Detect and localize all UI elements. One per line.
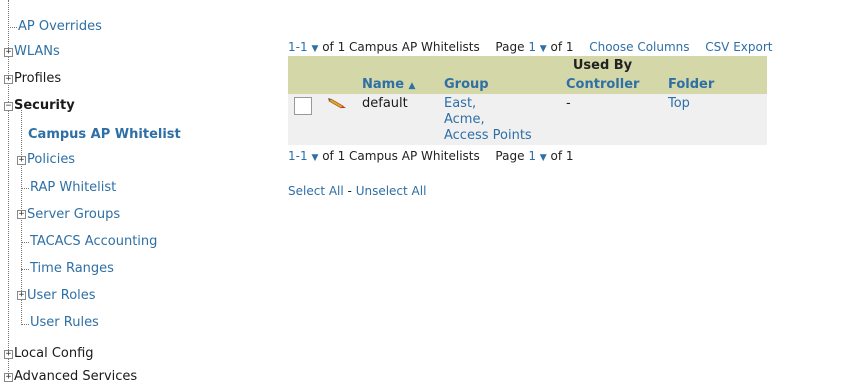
tree-item-label[interactable]: Server Groups <box>27 207 120 222</box>
expand-icon[interactable]: + <box>4 48 13 57</box>
select-all-link[interactable]: Select All <box>288 184 344 198</box>
range-dropdown[interactable]: 1-1 ▼ <box>288 40 318 54</box>
tree-item-label[interactable]: Time Ranges <box>30 261 114 276</box>
page-number[interactable]: 1 <box>528 40 536 54</box>
tree-line <box>8 0 9 380</box>
tree-item-security[interactable]: Security <box>14 95 75 117</box>
table-group-header-row: Used By <box>288 56 767 75</box>
tree-item-label[interactable]: User Roles <box>27 288 96 303</box>
selection-separator: - <box>343 184 356 198</box>
tree-item-tacacs-accounting[interactable]: TACACS Accounting <box>30 231 157 253</box>
tree-item-label[interactable]: User Rules <box>30 315 99 330</box>
expand-icon[interactable]: + <box>4 75 13 84</box>
tree-item-campus-ap-whitelist[interactable]: Campus AP Whitelist <box>28 124 181 146</box>
group-link-east[interactable]: East, <box>444 96 554 112</box>
row-checkbox[interactable] <box>294 97 312 115</box>
caret-down-icon[interactable]: ▼ <box>311 44 318 54</box>
tree-item-policies[interactable]: Policies <box>27 149 75 171</box>
range-text[interactable]: 1-1 <box>288 40 308 54</box>
tree-item-label[interactable]: WLANs <box>14 44 60 59</box>
page-label: Page <box>495 40 525 54</box>
caret-down-icon[interactable]: ▼ <box>540 44 547 54</box>
unselect-all-link[interactable]: Unselect All <box>356 184 427 198</box>
tree-item-wlans[interactable]: WLANs <box>14 41 60 63</box>
tree-line <box>21 269 29 270</box>
expand-icon[interactable]: + <box>17 156 26 165</box>
expand-icon[interactable]: + <box>17 210 26 219</box>
tree-item-label[interactable]: Profiles <box>14 71 61 86</box>
tree-item-user-rules[interactable]: User Rules <box>30 312 99 334</box>
row-controller: - <box>560 94 662 145</box>
page-of-text: of 1 <box>550 40 574 54</box>
caret-down-icon[interactable]: ▼ <box>311 153 318 163</box>
expand-icon[interactable]: + <box>17 291 26 300</box>
tree-item-profiles[interactable]: Profiles <box>14 68 61 90</box>
tree-item-local-config[interactable]: Local Config <box>14 343 94 365</box>
whitelist-table: Used By Name ▲ Group Controller Folder d… <box>288 56 767 145</box>
page-label: Page <box>495 149 525 163</box>
page-number[interactable]: 1 <box>528 149 536 163</box>
tree-item-label[interactable]: Advanced Services <box>14 369 137 384</box>
page-dropdown[interactable]: 1 ▼ <box>528 40 546 54</box>
main-content: 1-1 ▼ of 1 Campus AP Whitelists Page 1 ▼… <box>288 38 861 200</box>
range-dropdown[interactable]: 1-1 ▼ <box>288 149 318 163</box>
row-name: default <box>356 94 438 145</box>
table-row: default East, Acme, Access Points - Top <box>288 94 767 145</box>
column-header-group[interactable]: Group <box>438 75 560 94</box>
table-header-row: Name ▲ Group Controller Folder <box>288 75 767 94</box>
tree-item-label[interactable]: Policies <box>27 152 75 167</box>
group-link-acme[interactable]: Acme, <box>444 112 554 128</box>
page-of-text: of 1 <box>550 149 574 163</box>
tree-item-server-groups[interactable]: Server Groups <box>27 204 120 226</box>
collapse-icon[interactable]: − <box>4 102 13 111</box>
selection-links: Select All - Unselect All <box>288 182 861 200</box>
caret-down-icon[interactable]: ▼ <box>540 153 547 163</box>
tree-item-time-ranges[interactable]: Time Ranges <box>30 258 114 280</box>
tree-item-label[interactable]: AP Overrides <box>18 19 102 34</box>
count-text: of 1 Campus AP Whitelists <box>322 149 480 163</box>
csv-export-link[interactable]: CSV Export <box>705 40 772 54</box>
count-text: of 1 Campus AP Whitelists <box>322 40 480 54</box>
range-text[interactable]: 1-1 <box>288 149 308 163</box>
tree-item-user-roles[interactable]: User Roles <box>27 285 96 307</box>
column-header-controller[interactable]: Controller <box>560 75 662 94</box>
tree-item-label[interactable]: TACACS Accounting <box>30 234 157 249</box>
tree-item-label[interactable]: RAP Whitelist <box>30 180 116 195</box>
used-by-header: Used By <box>438 56 767 75</box>
expand-icon[interactable]: + <box>4 373 13 382</box>
navigation-tree: AP Overrides + WLANs + Profiles − Securi… <box>0 0 280 387</box>
tree-line <box>8 27 17 28</box>
tree-line <box>21 324 29 325</box>
column-header-name[interactable]: Name ▲ <box>356 75 438 94</box>
tree-line <box>21 242 29 243</box>
column-header-folder[interactable]: Folder <box>662 75 767 94</box>
tree-item-rap-whitelist[interactable]: RAP Whitelist <box>30 177 116 199</box>
group-link-access-points[interactable]: Access Points <box>444 128 554 144</box>
tree-item-label[interactable]: Local Config <box>14 346 94 361</box>
page-dropdown[interactable]: 1 ▼ <box>528 149 546 163</box>
row-groups: East, Acme, Access Points <box>438 94 560 145</box>
tree-item-label[interactable]: Campus AP Whitelist <box>28 127 181 142</box>
pager-bottom: 1-1 ▼ of 1 Campus AP Whitelists Page 1 ▼… <box>288 147 861 165</box>
row-folder-link[interactable]: Top <box>662 94 767 145</box>
tree-item-label[interactable]: Security <box>14 98 75 113</box>
sort-ascending-icon[interactable]: ▲ <box>409 81 416 91</box>
tree-item-advanced-services[interactable]: Advanced Services <box>14 366 137 388</box>
choose-columns-link[interactable]: Choose Columns <box>589 40 689 54</box>
column-header-label[interactable]: Name <box>362 77 404 92</box>
pager-top: 1-1 ▼ of 1 Campus AP Whitelists Page 1 ▼… <box>288 38 861 56</box>
expand-icon[interactable]: + <box>4 350 13 359</box>
tree-item-ap-overrides[interactable]: AP Overrides <box>18 16 102 38</box>
tree-line <box>21 188 29 189</box>
pencil-icon[interactable] <box>328 96 348 115</box>
